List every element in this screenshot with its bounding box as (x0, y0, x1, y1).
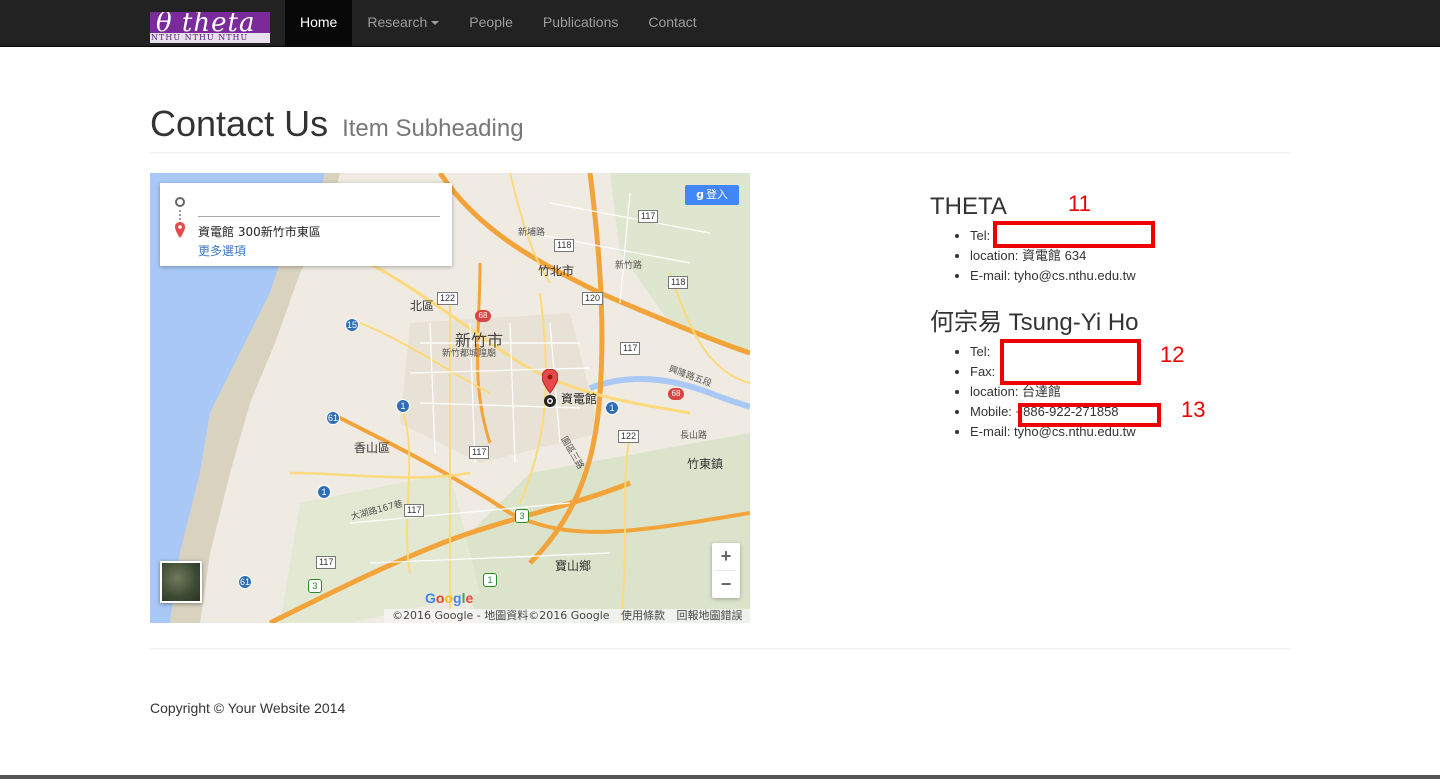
zoom-control: + − (712, 543, 740, 598)
footer-divider (150, 648, 1290, 649)
route-shield: 3 (308, 579, 322, 593)
origin-input-line[interactable] (198, 216, 440, 217)
zoom-out-button[interactable]: − (712, 571, 740, 598)
route-shield: 122 (437, 292, 459, 305)
map-login-label: 登入 (705, 188, 728, 201)
contact-theta-name: THETA (930, 193, 1007, 220)
nav-publications[interactable]: Publications (528, 0, 634, 47)
map-copyright: ©2016 Google - 地圖資料©2016 Google (392, 609, 610, 622)
map-label-baoshan: 寶山鄉 (555, 559, 592, 573)
page: θ theta NTHU NTHU NTHU Home Research Peo… (0, 0, 1440, 775)
route-shield: 120 (582, 292, 604, 305)
origin-icon (175, 197, 185, 207)
route-shield: 118 (668, 276, 689, 289)
redaction-box-12 (1000, 339, 1141, 385)
route-shield: 3 (515, 509, 529, 523)
terms-link[interactable]: 使用條款 (621, 609, 665, 622)
contact-theta-email[interactable]: E-mail: tyho@cs.nthu.edu.tw (970, 266, 1136, 286)
footer-copyright: Copyright © Your Website 2014 (150, 700, 346, 716)
highlight-box-13 (1018, 403, 1161, 427)
google-logo: Google (425, 590, 474, 606)
nav-home[interactable]: Home (285, 0, 353, 47)
map-label-road4: 長山路 (680, 431, 708, 441)
route-shield: 117 (469, 446, 490, 459)
route-shield: 117 (620, 342, 641, 355)
page-title: Contact Us Item Subheading (150, 98, 1290, 155)
route-shield: 15 (345, 318, 359, 332)
brand-subtitle: NTHU NTHU NTHU (150, 33, 270, 43)
zoom-in-button[interactable]: + (712, 543, 740, 570)
route-shield: 1 (317, 485, 331, 499)
contact-person-name: 何宗易 Tsung-Yi Ho (930, 309, 1139, 336)
map-label-north: 北區 (410, 299, 435, 313)
report-error-link[interactable]: 回報地圖錯誤 (677, 609, 743, 622)
nav-contact[interactable]: Contact (633, 0, 711, 47)
directions-card: 資電館 300新竹市東區 更多選項 (160, 183, 452, 266)
route-shield: 61 (238, 575, 252, 589)
route-shield: 117 (316, 556, 337, 569)
map-label-zhudong: 竹東鎮 (687, 457, 724, 471)
destination-pin-icon (175, 222, 185, 238)
nav-research[interactable]: Research (352, 0, 454, 47)
map-login-button[interactable]: g 登入 (685, 185, 739, 205)
route-shield: 68 (475, 310, 491, 322)
caret-down-icon (431, 21, 440, 26)
brand-logo[interactable]: θ theta NTHU NTHU NTHU (150, 12, 270, 43)
more-options-link[interactable]: 更多選項 (198, 242, 246, 259)
contact-person-location: location: 台達館 (970, 382, 1139, 402)
navbar: θ theta NTHU NTHU NTHU Home Research Peo… (0, 0, 1440, 47)
page-title-text: Contact Us (150, 103, 329, 144)
annotation-13: 13 (1181, 397, 1206, 422)
annotation-11: 11 (1068, 191, 1091, 216)
map-marker-icon[interactable] (542, 369, 558, 409)
annotation-12: 12 (1160, 342, 1185, 367)
destination-text: 資電館 300新竹市東區 (198, 225, 321, 239)
google-plus-icon: g (696, 188, 704, 201)
route-shield: 68 (668, 388, 684, 400)
satellite-toggle[interactable] (160, 561, 202, 603)
redaction-box-11 (993, 221, 1155, 248)
map-label-road6: 新埔路 (518, 228, 546, 238)
route-shield: 117 (404, 504, 425, 517)
route-shield: 1 (483, 573, 497, 587)
google-map[interactable]: 新竹市 新竹都城隍廟 北區 竹北市 香山區 竹東鎮 寶山鄉 興隆路五段 大湖路1… (150, 173, 750, 623)
page-subheading: Item Subheading (342, 115, 524, 142)
nav-people[interactable]: People (454, 0, 528, 47)
marker-label: 資電館 (561, 392, 598, 406)
route-shield: 122 (618, 430, 640, 443)
map-label-road5: 新竹路 (615, 261, 643, 271)
route-shield: 117 (638, 210, 659, 223)
map-label-temple: 新竹都城隍廟 (442, 349, 497, 359)
map-attribution: ©2016 Google - 地圖資料©2016 Google 使用條款 回報地… (384, 609, 750, 623)
map-label-zhubei: 竹北市 (538, 264, 575, 278)
route-dots-icon (179, 210, 181, 220)
page-header: Contact Us Item Subheading (150, 98, 1290, 153)
route-shield: 1 (396, 399, 410, 413)
map-label-xiangshan: 香山區 (354, 441, 391, 455)
route-shield: 1 (605, 401, 619, 415)
nav-research-label: Research (367, 14, 428, 30)
nav-menu: Home Research People Publications Contac… (285, 0, 712, 47)
route-shield: 118 (554, 239, 575, 252)
contact-theta-location: location: 資電館 634 (970, 246, 1136, 266)
route-shield: 61 (326, 411, 340, 425)
